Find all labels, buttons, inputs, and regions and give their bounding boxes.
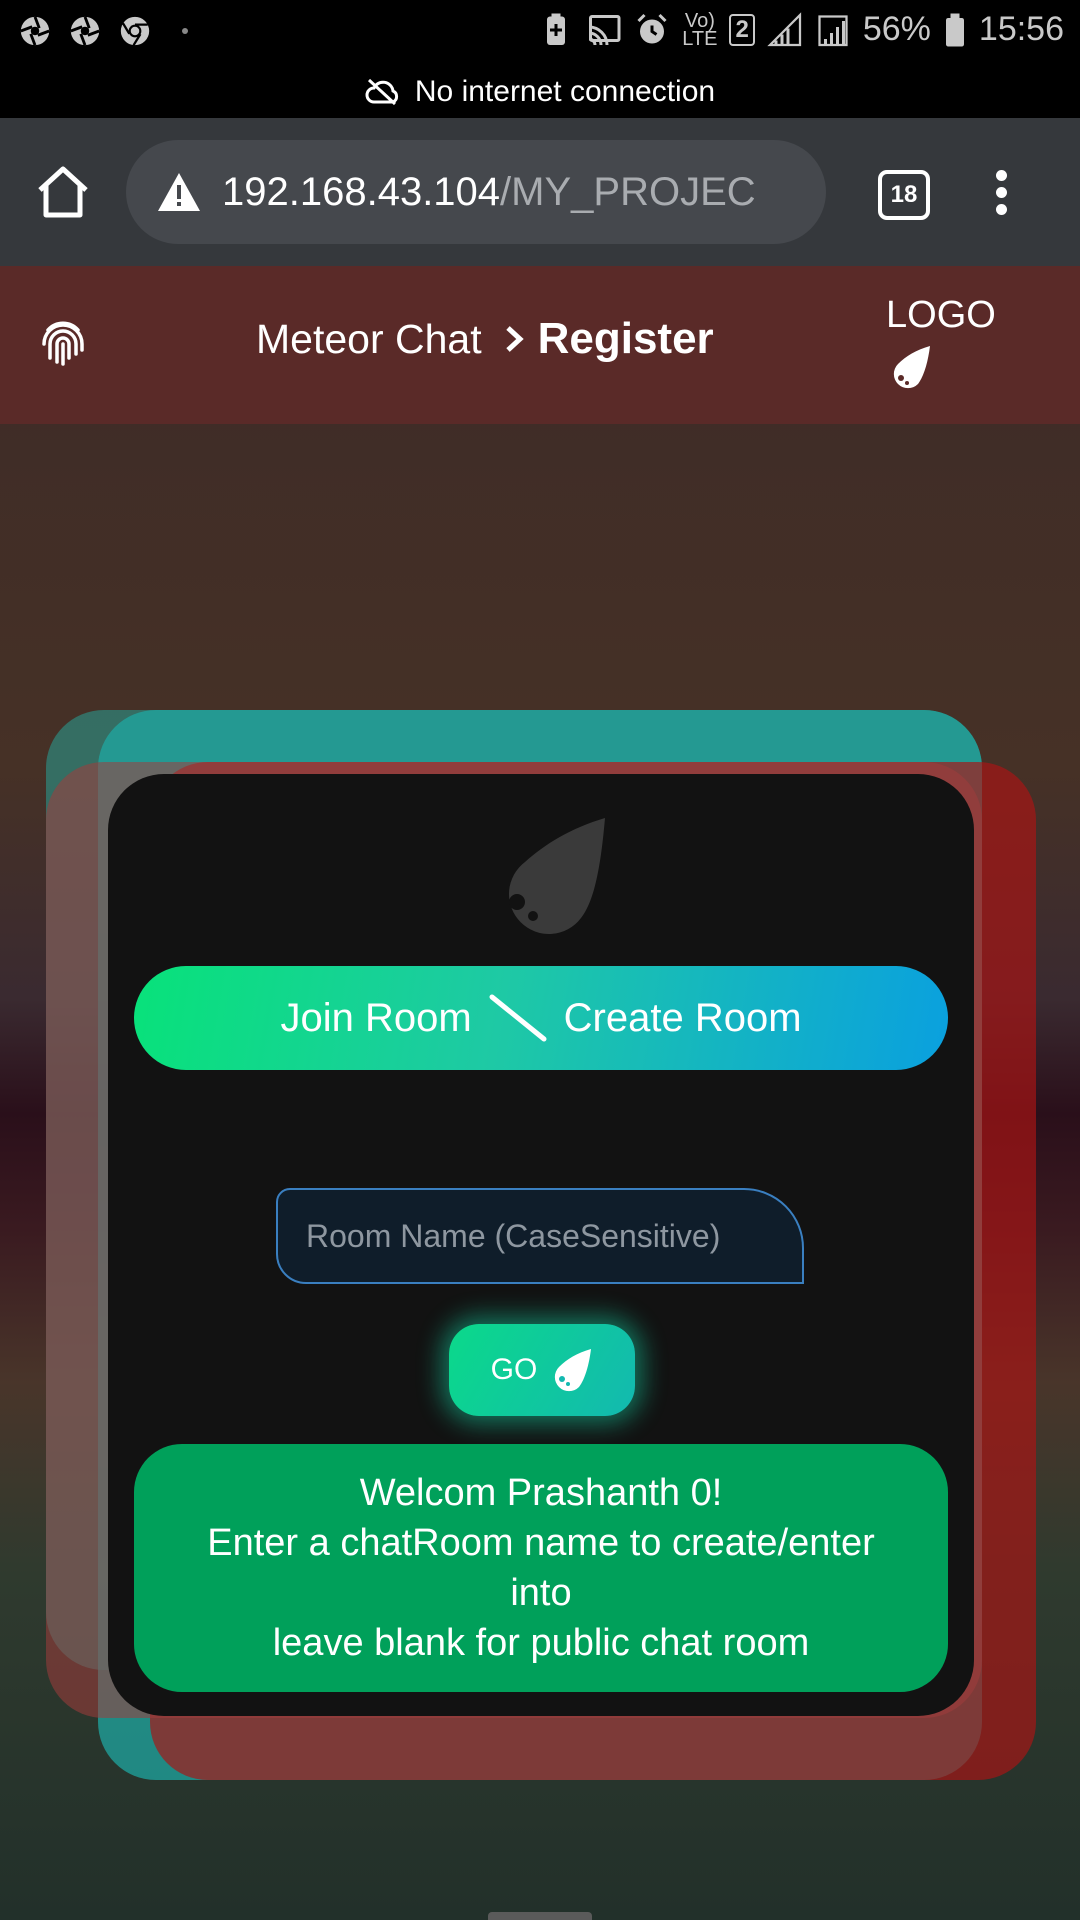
meteor-logo-icon (893, 346, 930, 389)
welcome-line: Enter a chatRoom name to create/enter (207, 1522, 875, 1564)
alarm-icon (637, 13, 667, 43)
browser-toolbar: 192.168.43.104/MY_PROJEC 18 (0, 118, 1080, 266)
home-icon[interactable] (34, 164, 92, 220)
tab-switcher-button[interactable]: 18 (878, 170, 930, 220)
url-text[interactable]: 192.168.43.104/MY_PROJEC (222, 170, 756, 215)
chevron-right-icon (505, 326, 524, 352)
meteor-icon (509, 818, 605, 934)
aperture-icon (70, 16, 100, 46)
cast-icon (589, 14, 621, 45)
register-card: Join Room Create Room GO Welcom Prashant… (108, 774, 974, 1716)
bottom-sheet-handle[interactable] (488, 1912, 592, 1920)
clock: 15:56 (978, 10, 1064, 48)
sim-slot-badge: 2 (729, 13, 755, 46)
browser-menu-button[interactable] (996, 170, 1010, 216)
address-bar[interactable]: 192.168.43.104/MY_PROJEC (126, 140, 826, 244)
offline-banner: No internet connection (0, 66, 1080, 118)
signal-icon (767, 11, 801, 46)
more-notifications-dot (182, 28, 188, 34)
create-room-option[interactable]: Create Room (564, 996, 802, 1041)
battery-saver-icon (547, 13, 566, 45)
cloud-off-icon (365, 78, 398, 106)
warning-icon[interactable] (156, 171, 202, 213)
battery-percent: 56% (862, 10, 931, 48)
welcome-line: leave blank for public chat room (272, 1622, 810, 1664)
welcome-line: Welcom Prashanth 0! (359, 1472, 723, 1514)
room-name-input[interactable] (276, 1188, 804, 1284)
aperture-icon (20, 16, 50, 46)
volte-indicator: Vo) LTE (682, 9, 718, 50)
status-bar: Vo) LTE 2 56% 15:56 (0, 0, 1080, 66)
signal-icon (818, 14, 848, 46)
logo-label: LOGO (886, 294, 996, 336)
battery-icon (945, 13, 964, 46)
notification-icons (18, 14, 188, 48)
welcome-message: Welcom Prashanth 0! Enter a chatRoom nam… (134, 1444, 948, 1692)
go-label: GO (490, 1353, 538, 1386)
meteor-icon (555, 1349, 592, 1392)
room-mode-toggle[interactable]: Join Room Create Room (134, 966, 948, 1070)
fingerprint-icon[interactable] (38, 318, 88, 368)
chrome-icon (120, 16, 150, 46)
welcome-line: into (510, 1572, 572, 1614)
join-room-option[interactable]: Join Room (280, 996, 471, 1041)
slash-separator-icon (489, 994, 547, 1042)
system-icons: Vo) LTE 2 56% 15:56 (538, 10, 1064, 49)
breadcrumb-current: Register (537, 314, 714, 363)
breadcrumb-parent[interactable]: Meteor Chat (256, 316, 482, 363)
app-header: Meteor Chat Register LOGO (0, 266, 1080, 424)
go-button[interactable]: GO (449, 1324, 635, 1416)
offline-message: No internet connection (414, 75, 716, 108)
breadcrumb: Meteor Chat Register (256, 314, 714, 364)
